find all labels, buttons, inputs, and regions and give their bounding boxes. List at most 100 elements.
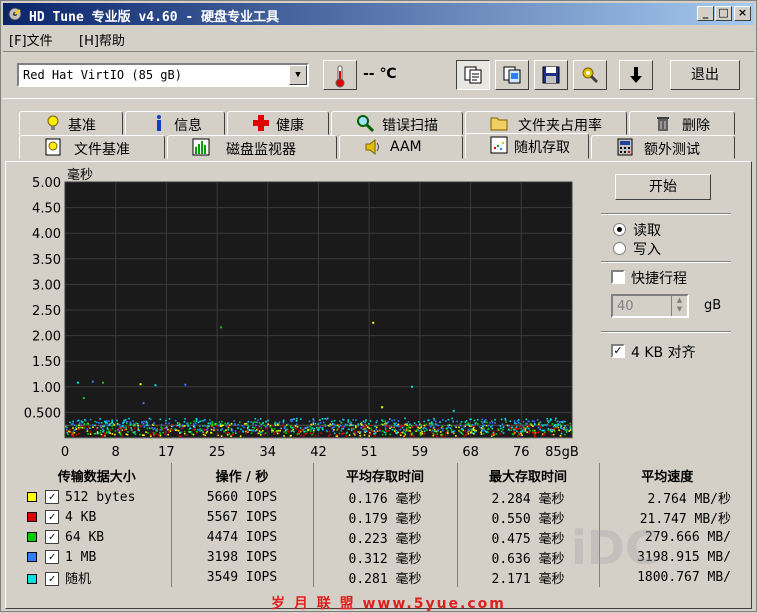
- row-checkbox[interactable]: ✓: [45, 490, 59, 504]
- scatter-point: [345, 435, 348, 437]
- scatter-point: [375, 426, 378, 429]
- scatter-point: [404, 417, 406, 420]
- row-checkbox[interactable]: ✓: [45, 572, 59, 586]
- scatter-point: [165, 422, 167, 425]
- scatter-point: [302, 434, 305, 437]
- scatter-point: [511, 426, 514, 429]
- scatter-point: [100, 421, 103, 424]
- scatter-point: [346, 431, 348, 434]
- scatter-point: [164, 433, 166, 436]
- scatter-point: [227, 425, 230, 427]
- align-4kb-checkbox[interactable]: ✓: [611, 344, 625, 358]
- scatter-outlier: [101, 381, 104, 384]
- scatter-point: [395, 432, 398, 434]
- scatter-point: [238, 421, 241, 423]
- scatter-point: [419, 432, 422, 434]
- scatter-point: [311, 433, 313, 436]
- write-radio[interactable]: [613, 242, 626, 255]
- scatter-point: [357, 424, 359, 427]
- scatter-point: [99, 418, 101, 420]
- spinner-arrows-icon[interactable]: ▲ ▼: [671, 296, 687, 316]
- header-ops: 操作 / 秒: [170, 463, 313, 487]
- scatter-point: [364, 428, 367, 430]
- scatter-point: [232, 432, 234, 434]
- scatter-point: [325, 429, 328, 432]
- scatter-point: [125, 433, 128, 436]
- scatter-point: [252, 429, 255, 432]
- scatter-point: [164, 426, 167, 429]
- scatter-point: [533, 420, 535, 423]
- scatter-point: [510, 429, 512, 432]
- row-checkbox[interactable]: ✓: [45, 530, 59, 544]
- scatter-point: [361, 424, 363, 426]
- scatter-point: [333, 432, 336, 435]
- scatter-point: [409, 423, 411, 426]
- scatter-point: [254, 429, 257, 432]
- scatter-point: [260, 423, 263, 426]
- scatter-point: [464, 430, 467, 432]
- scatter-point: [549, 429, 552, 431]
- row-checkbox[interactable]: ✓: [45, 510, 59, 524]
- scatter-point: [458, 429, 461, 432]
- y-tick-label: 4.50: [32, 202, 61, 217]
- scatter-point: [314, 422, 317, 425]
- scatter-point: [513, 431, 515, 433]
- scatter-point: [343, 425, 345, 428]
- scatter-point: [89, 418, 92, 421]
- scatter-point: [160, 428, 163, 431]
- start-button[interactable]: 开始: [615, 174, 711, 200]
- scatter-point: [269, 425, 272, 428]
- row-size-label: 随机: [65, 571, 92, 587]
- scatter-point: [481, 422, 484, 425]
- scatter-point: [289, 418, 292, 421]
- short-stroke-spinner[interactable]: 40 ▲ ▼: [611, 294, 689, 318]
- scatter-point: [369, 424, 371, 427]
- scatter-outlier: [139, 383, 142, 386]
- scatter-point: [75, 425, 78, 428]
- scatter-point: [125, 426, 127, 428]
- scatter-point: [569, 426, 571, 428]
- scatter-point: [329, 433, 331, 436]
- scatter-point: [276, 422, 278, 424]
- scatter-point: [340, 433, 343, 435]
- scatter-point: [197, 421, 200, 424]
- row-checkbox[interactable]: ✓: [45, 550, 59, 564]
- scatter-point: [316, 426, 318, 429]
- scatter-point: [104, 420, 106, 423]
- scatter-point: [183, 430, 186, 433]
- scatter-point: [420, 426, 423, 428]
- scatter-point: [487, 424, 490, 427]
- scatter-point: [364, 426, 366, 428]
- scatter-point: [140, 425, 142, 428]
- scatter-point: [234, 430, 237, 432]
- scatter-outlier: [91, 380, 94, 383]
- scatter-point: [336, 434, 338, 436]
- scatter-outlier: [184, 383, 187, 386]
- scatter-point: [398, 425, 400, 428]
- scatter-point: [220, 425, 222, 427]
- scatter-point: [336, 429, 338, 431]
- short-stroke-checkbox[interactable]: [611, 270, 625, 284]
- scatter-point: [248, 429, 251, 431]
- scatter-point: [237, 427, 239, 429]
- scatter-point: [108, 430, 110, 433]
- scatter-point: [258, 425, 261, 428]
- scatter-point: [421, 432, 424, 435]
- scatter-point: [99, 424, 102, 427]
- scatter-point: [425, 423, 427, 426]
- scatter-point: [472, 425, 474, 428]
- scatter-point: [380, 423, 383, 426]
- read-radio[interactable]: [613, 223, 626, 236]
- scatter-point: [73, 429, 76, 431]
- scatter-point: [119, 426, 121, 428]
- scatter-point: [480, 433, 483, 435]
- tab-random-access[interactable]: 随机存取: [465, 133, 589, 159]
- row-size-label: 512 bytes: [65, 489, 136, 505]
- scatter-point: [556, 426, 559, 429]
- scatter-point: [564, 433, 566, 436]
- scatter-point: [364, 424, 366, 427]
- table-row: ✓ 512 bytes 5660 IOPS 0.176 毫秒 2.284 毫秒 2…: [23, 487, 735, 507]
- scatter-point: [555, 423, 558, 426]
- scatter-point: [519, 431, 522, 433]
- scatter-point: [259, 432, 261, 434]
